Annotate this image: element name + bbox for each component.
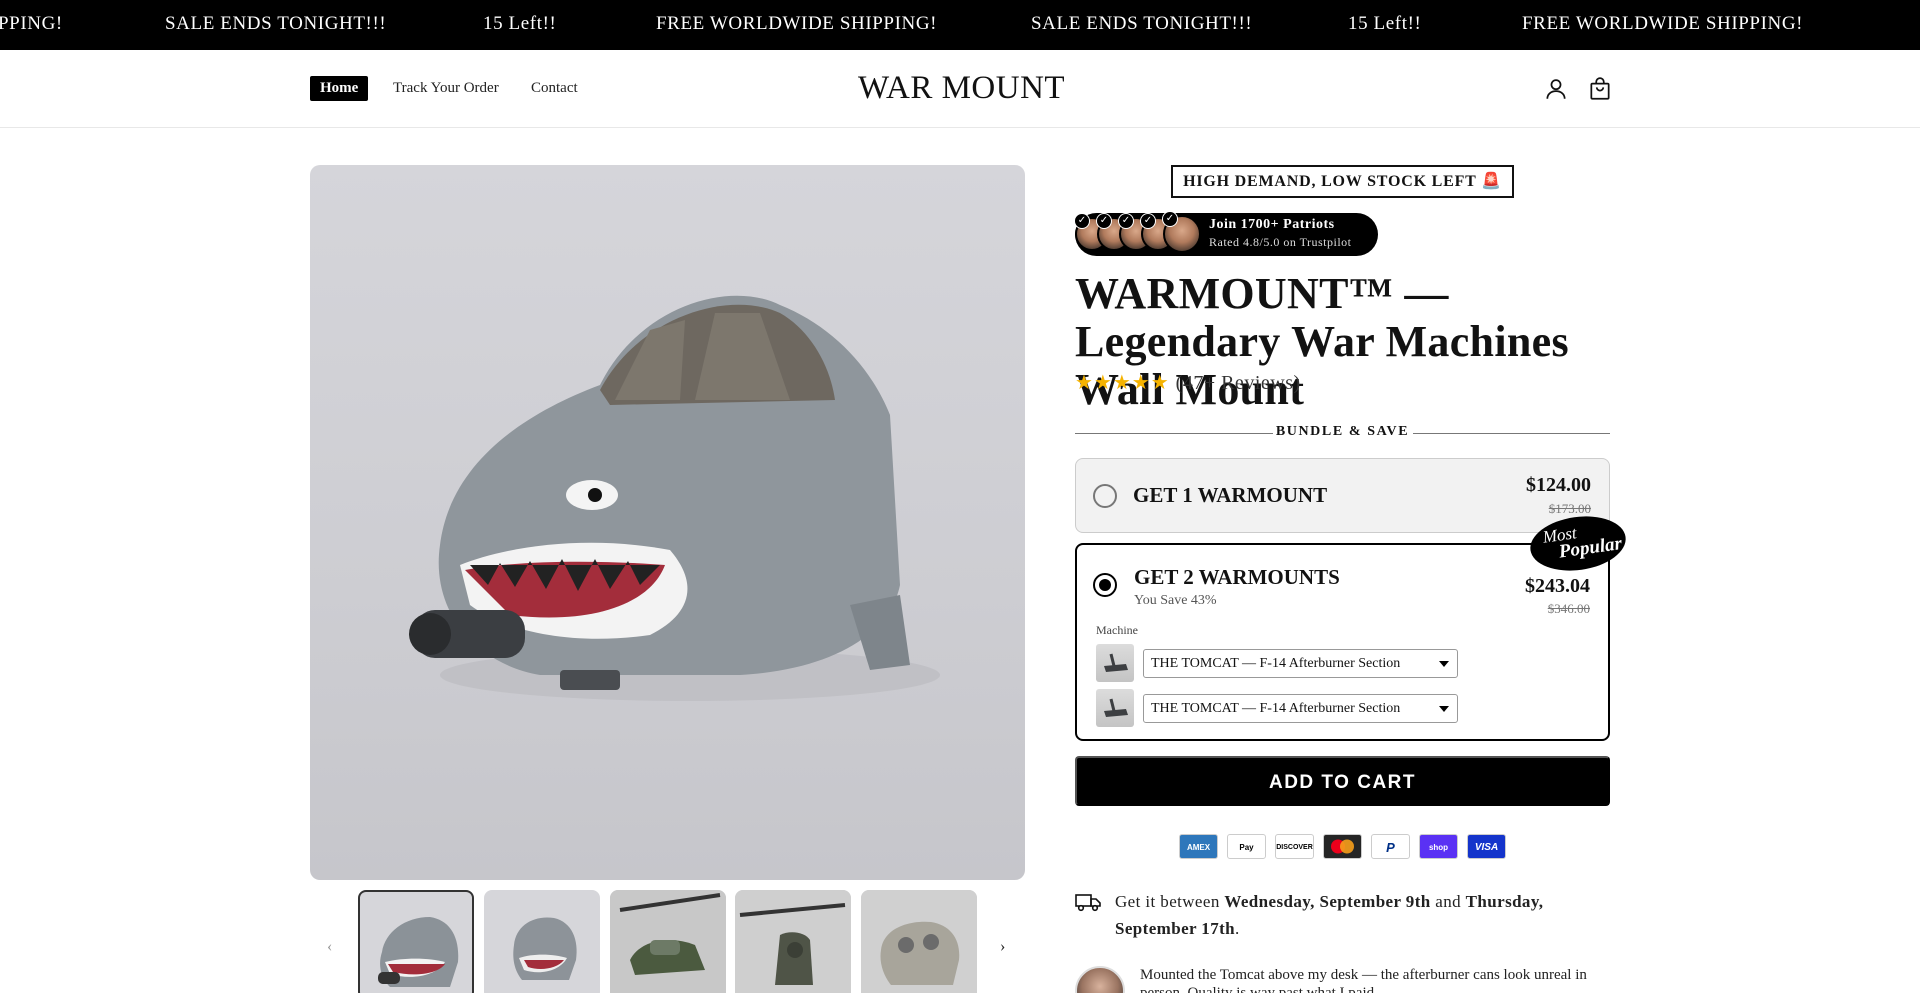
gallery-thumbnail[interactable] [358,890,474,993]
discover-icon: DISCOVER [1275,834,1314,859]
announcement-item: PPING! [0,13,63,34]
social-proof-pill: ✓ ✓ ✓ ✓ ✓ Join 1700+ Patriots Rated 4.8/… [1074,211,1378,256]
gallery-next-arrow[interactable]: › [1000,938,1005,956]
delivery-estimate: Get it between Wednesday, September 9th … [1115,892,1544,938]
variant-thumbnail [1096,689,1134,727]
announcement-item: 15 Left!! [483,13,557,34]
social-proof-title: Join 1700+ Patriots [1209,217,1335,232]
bundle-option-2-label: GET 2 WARMOUNTS [1134,565,1340,589]
cart-icon[interactable] [1587,76,1613,102]
nav-home-link[interactable]: Home [310,76,369,101]
gallery-thumbnail[interactable] [610,890,726,993]
mastercard-icon: mastercard [1323,834,1362,859]
announcement-item: FREE WORLDWIDE SHIPPING! [1522,13,1804,34]
machine-select-2-value: THE TOMCAT — F-14 Afterburner Section [1151,701,1401,716]
chevron-down-icon [1439,706,1449,712]
amex-icon: AMEX [1179,834,1218,859]
shop-pay-icon: shop [1419,834,1458,859]
product-rating[interactable]: ★★★★★ (47+ Reviews) [1075,370,1301,395]
bundle-option-1-price: $124.00 [1526,474,1591,496]
machine-select-1-value: THE TOMCAT — F-14 Afterburner Section [1151,656,1401,671]
announcement-bar: PPING! SALE ENDS TONIGHT!!! 15 Left!! FR… [0,0,1920,50]
review-text: Mounted the Tomcat above my desk — the a… [1140,967,1587,993]
avatar: ✓ [1162,211,1201,253]
bundle-option-2[interactable]: GET 2 WARMOUNTS You Save 43% $243.04 $34… [1075,543,1610,741]
bundle-option-1-compare-price: $173.00 [1548,501,1591,516]
bundle-option-1-radio[interactable] [1093,484,1117,508]
announcement-item: SALE ENDS TONIGHT!!! [1031,13,1253,34]
machine-select-1[interactable]: THE TOMCAT — F-14 Afterburner Section [1143,649,1458,678]
gallery-thumbnail[interactable] [861,890,977,993]
bundle-header-label: BUNDLE & SAVE [1275,424,1410,439]
review-count: (47+ Reviews) [1175,372,1301,394]
variant-thumbnail [1096,644,1134,682]
variant-row: THE TOMCAT — F-14 Afterburner Section [1096,689,1466,727]
bundle-option-1[interactable]: GET 1 WARMOUNT $124.00 $173.00 [1075,458,1610,533]
machine-select-2[interactable]: THE TOMCAT — F-14 Afterburner Section [1143,694,1458,723]
truck-icon [1075,894,1101,912]
delivery-start-date: Wednesday, September 9th [1224,892,1431,911]
product-main-image[interactable] [310,165,1025,880]
check-icon: ✓ [1162,211,1178,227]
check-icon: ✓ [1074,213,1090,229]
machine-label: Machine [1096,623,1138,637]
gallery-thumbnail[interactable] [484,890,600,993]
check-icon: ✓ [1096,213,1112,229]
announcement-item: FREE WORLDWIDE SHIPPING! [656,13,938,34]
chevron-down-icon [1439,661,1449,667]
bundle-option-1-label: GET 1 WARMOUNT [1133,483,1328,507]
site-header: Home Track Your Order Contact WAR MOUNT [0,50,1920,128]
bundle-option-2-savings: You Save 43% [1134,593,1217,608]
nav-track-order-link[interactable]: Track Your Order [393,80,499,97]
visa-icon: VISA [1467,834,1506,859]
stock-alert-badge: HIGH DEMAND, LOW STOCK LEFT 🚨 [1171,165,1514,198]
bundle-option-2-radio[interactable] [1093,573,1117,597]
bundle-option-2-compare-price: $346.00 [1547,601,1590,616]
variant-row: THE TOMCAT — F-14 Afterburner Section [1096,644,1466,682]
apple-pay-icon: Pay [1227,834,1266,859]
announcement-item: SALE ENDS TONIGHT!!! [165,13,387,34]
check-icon: ✓ [1140,213,1156,229]
gallery-thumbnail[interactable] [735,890,851,993]
bundle-option-2-price: $243.04 [1525,575,1590,597]
site-logo[interactable]: WAR MOUNT [858,70,1065,107]
social-proof-subtitle: Rated 4.8/5.0 on Trustpilot [1209,235,1352,249]
bundle-header: BUNDLE & SAVE [1075,424,1610,442]
add-to-cart-button[interactable]: ADD TO CART [1075,756,1610,806]
gallery-prev-arrow[interactable]: ‹ [327,938,332,956]
nav-contact-link[interactable]: Contact [531,80,578,97]
reviewer-avatar [1075,966,1125,993]
check-icon: ✓ [1118,213,1134,229]
announcement-item: 15 Left!! [1348,13,1422,34]
account-icon[interactable] [1543,76,1569,102]
rating-stars: ★★★★★ [1075,372,1170,394]
paypal-icon: P [1371,834,1410,859]
